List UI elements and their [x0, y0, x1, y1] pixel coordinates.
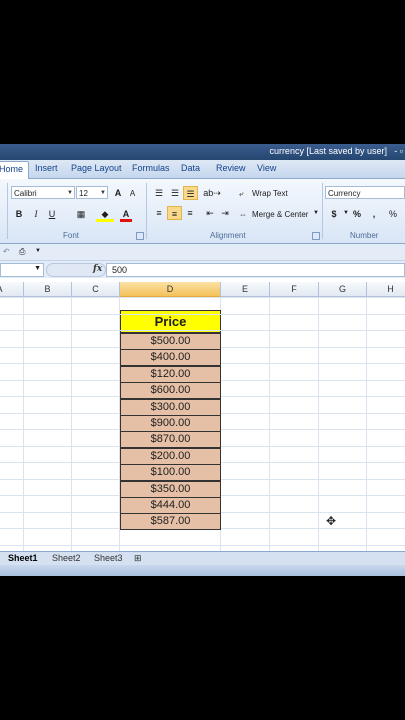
grid-line [0, 545, 405, 546]
print-icon[interactable]: ⎙ [19, 247, 25, 257]
font-name-combo[interactable]: Calibri ▼ [11, 186, 75, 199]
percent-style-button[interactable]: % [351, 207, 363, 221]
chevron-down-icon[interactable]: ▼ [313, 210, 319, 216]
price-cell[interactable]: $350.00 [120, 481, 221, 498]
merge-center-button[interactable]: Merge & Center [252, 210, 308, 219]
grid-line [0, 330, 405, 331]
column-header-a[interactable]: A [0, 282, 24, 297]
number-format-value: Currency [328, 189, 361, 198]
wrap-text-button[interactable]: Wrap Text [252, 189, 288, 198]
borders-icon[interactable]: ▦ [73, 207, 89, 221]
price-cell[interactable]: $587.00 [120, 513, 221, 530]
number-format-combo[interactable]: Currency [325, 186, 405, 199]
column-header-f[interactable]: F [270, 282, 319, 297]
window-title: currency [Last saved by user] [269, 146, 387, 156]
grid-line [0, 314, 405, 315]
font-color-button[interactable]: A [120, 207, 132, 222]
increase-decimal-icon[interactable]: % [386, 207, 400, 221]
formula-input[interactable]: 500 [106, 263, 405, 277]
sheet-tab-sheet1[interactable]: Sheet1 [8, 553, 38, 563]
column-header-h[interactable]: H [367, 282, 405, 297]
fill-color-icon[interactable]: ◆ [96, 207, 114, 222]
sheet-tab-sheet3[interactable]: Sheet3 [94, 553, 123, 563]
tab-data[interactable]: Data [181, 163, 200, 173]
worksheet-grid[interactable]: Price $500.00 $400.00 $120.00 $600.00 $300.0… [0, 297, 405, 551]
chevron-down-icon: ▼ [100, 190, 106, 196]
font-size-combo[interactable]: 12 ▼ [76, 186, 108, 199]
column-header-b[interactable]: B [24, 282, 72, 297]
insert-sheet-icon[interactable]: ⊞ [134, 553, 142, 564]
price-cell[interactable]: $200.00 [120, 448, 221, 465]
alignment-group-label: Alignment [210, 231, 246, 240]
comma-style-button[interactable]: , [370, 207, 378, 221]
price-cell[interactable]: $400.00 [120, 349, 221, 366]
price-cell[interactable]: $500.00 [120, 333, 221, 350]
window-controls[interactable]: - ▫ [394, 146, 403, 156]
tab-view[interactable]: View [257, 163, 276, 173]
number-group-label: Number [350, 231, 379, 240]
grow-font-button[interactable]: A [112, 186, 124, 200]
group-divider [7, 183, 8, 239]
title-bar: currency [Last saved by user] - ▫ [0, 144, 405, 160]
group-divider [146, 183, 147, 239]
increase-indent-icon[interactable]: ⇥ [218, 206, 232, 220]
underline-button[interactable]: U [46, 207, 58, 221]
ribbon: Calibri ▼ 12 ▼ A A B I U ▦ ◆ A Font ☰ ☰ … [0, 179, 405, 244]
sheet-tab-bar: Sheet1 Sheet2 Sheet3 ⊞ [0, 551, 405, 566]
name-box[interactable]: ▼ [0, 263, 44, 277]
align-center-icon[interactable]: ≡ [167, 206, 182, 220]
tab-review[interactable]: Review [216, 163, 246, 173]
tab-page-layout[interactable]: Page Layout [71, 163, 122, 173]
column-header-g[interactable]: G [319, 282, 367, 297]
price-cell[interactable]: $870.00 [120, 431, 221, 448]
font-size-value: 12 [79, 189, 88, 198]
chevron-down-icon: ▼ [67, 190, 73, 196]
column-header-e[interactable]: E [221, 282, 270, 297]
wrap-text-icon: ⤶ [239, 189, 244, 198]
tab-formulas[interactable]: Formulas [132, 163, 170, 173]
align-bottom-icon[interactable]: ☰ [183, 186, 198, 200]
insert-function-button[interactable]: fx [93, 264, 102, 274]
accounting-format-button[interactable]: $ [329, 207, 339, 221]
quick-access-bar: ↶ ⎙ ▼ [0, 244, 405, 261]
tab-insert[interactable]: Insert [35, 163, 58, 173]
group-divider [322, 183, 323, 239]
bold-button[interactable]: B [13, 207, 25, 221]
italic-button[interactable]: I [30, 207, 42, 221]
sheet-tab-sheet2[interactable]: Sheet2 [52, 553, 81, 563]
formula-bar: ↶ ⎙ ▼ ▼ fx 500 [0, 244, 405, 278]
ribbon-tabs: Home Insert Page Layout Formulas Data Re… [0, 160, 405, 181]
font-dialog-launcher-icon[interactable] [136, 232, 144, 240]
tab-home[interactable]: Home [0, 161, 30, 181]
shrink-font-button[interactable]: A [127, 187, 138, 201]
excel-window: currency [Last saved by user] - ▫ Home I… [0, 144, 405, 576]
price-cell[interactable]: $300.00 [120, 399, 221, 416]
price-cell[interactable]: $444.00 [120, 497, 221, 514]
chevron-down-icon[interactable]: ▼ [35, 248, 41, 254]
decrease-indent-icon[interactable]: ⇤ [203, 206, 217, 220]
alignment-dialog-launcher-icon[interactable] [312, 232, 320, 240]
price-cell[interactable]: $120.00 [120, 366, 221, 383]
align-middle-icon[interactable]: ☰ [168, 186, 182, 200]
chevron-down-icon[interactable]: ▼ [343, 210, 349, 216]
column-header-d[interactable]: D [120, 282, 221, 297]
align-top-icon[interactable]: ☰ [152, 186, 166, 200]
merge-icon: ⇔ [239, 210, 247, 219]
price-cell[interactable]: $900.00 [120, 415, 221, 432]
column-header-c[interactable]: C [72, 282, 120, 297]
status-bar [0, 565, 405, 576]
align-right-icon[interactable]: ≡ [183, 206, 197, 220]
undo-icon[interactable]: ↶ [3, 247, 10, 256]
chevron-down-icon[interactable]: ▼ [34, 265, 41, 272]
align-left-icon[interactable]: ≡ [152, 206, 166, 220]
mouse-cursor-icon: ✥ [326, 514, 337, 528]
orientation-icon[interactable]: ab⇢ [202, 186, 222, 200]
price-cell[interactable]: $600.00 [120, 382, 221, 399]
font-name-value: Calibri [14, 189, 37, 198]
price-cell[interactable]: $100.00 [120, 464, 221, 481]
grid-line [0, 297, 405, 298]
font-group-label: Font [63, 231, 80, 240]
